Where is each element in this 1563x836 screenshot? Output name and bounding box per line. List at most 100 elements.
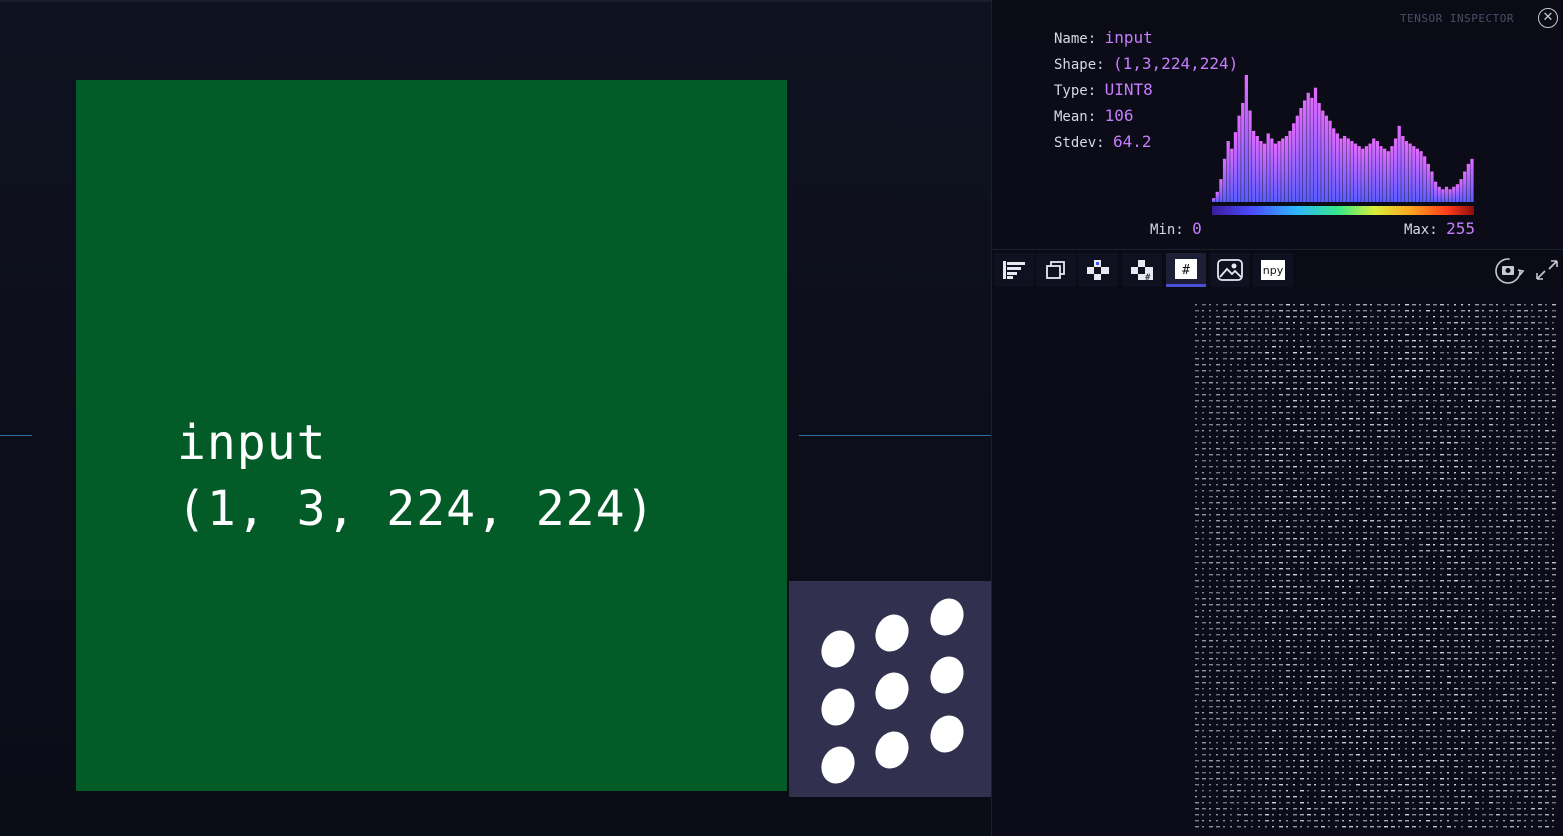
npy-export-icon: npy	[1261, 260, 1285, 280]
rotate-camera-icon[interactable]	[1492, 255, 1526, 289]
histogram-bar	[1270, 138, 1274, 202]
histogram-bar	[1241, 102, 1245, 202]
histogram-bar	[1324, 115, 1329, 202]
histogram-bar	[1401, 135, 1405, 202]
histogram-bar	[1470, 158, 1474, 202]
stat-name-value: input	[1104, 28, 1153, 47]
stat-max-value: 255	[1446, 219, 1475, 238]
stat-max: Max: 255	[1404, 219, 1475, 238]
stat-stdev-value: 64.2	[1113, 132, 1152, 151]
histogram-bar	[1426, 163, 1430, 202]
edge-line-out	[799, 435, 991, 436]
histogram-bar	[1244, 75, 1248, 202]
tool-layers[interactable]	[1036, 253, 1076, 287]
histogram-bar	[1361, 148, 1365, 202]
input-node[interactable]: input (1, 3, 224, 224)	[76, 80, 787, 791]
tensor-values-grid[interactable]	[1195, 304, 1563, 834]
tool-stats[interactable]	[994, 253, 1034, 287]
histogram-bar	[1332, 128, 1336, 202]
svg-text:#: #	[1145, 273, 1151, 281]
histogram-bar	[1226, 141, 1230, 202]
stat-shape: Shape: (1,3,224,224)	[1054, 54, 1238, 73]
histogram-bar	[1346, 138, 1350, 202]
checkerboard-hash-icon: #	[1131, 260, 1153, 281]
histogram-bar	[1310, 97, 1314, 202]
histogram-bar	[1383, 148, 1387, 202]
colormap-bar	[1212, 206, 1474, 215]
histogram-bar	[1321, 110, 1325, 202]
histogram-bar	[1364, 146, 1369, 202]
svg-text:#: #	[1182, 263, 1190, 278]
histogram-bar	[1299, 108, 1303, 202]
histogram-bar	[1455, 184, 1460, 202]
histogram-bar	[1281, 138, 1285, 202]
histogram-bar	[1441, 189, 1445, 202]
histogram-bar	[1230, 148, 1234, 202]
histogram-bar	[1357, 146, 1361, 202]
image-icon	[1217, 259, 1243, 281]
histogram-bar	[1419, 151, 1423, 202]
bar-list-icon	[1003, 261, 1025, 279]
stat-shape-value: (1,3,224,224)	[1113, 54, 1239, 73]
stat-mean: Mean: 106	[1054, 106, 1134, 125]
stat-max-label: Max:	[1403, 222, 1438, 238]
histogram-bar	[1353, 143, 1358, 202]
stat-name-label: Name:	[1054, 31, 1097, 47]
histogram-bar	[1372, 138, 1376, 202]
histogram-bar	[1412, 146, 1416, 202]
histogram-bar	[1328, 120, 1332, 202]
expand-icon[interactable]	[1534, 258, 1560, 286]
tensor-thumbnail[interactable]	[789, 581, 991, 797]
histogram-bar	[1252, 130, 1256, 202]
close-icon[interactable]: ✕	[1538, 8, 1558, 28]
histogram-bar	[1390, 146, 1394, 202]
histogram-bar	[1306, 92, 1310, 202]
hash-icon: #	[1175, 258, 1197, 279]
histogram-bar	[1222, 158, 1227, 202]
tensor-inspector-panel: TENSOR INSPECTOR ✕ Name: input Shape: (1…	[991, 0, 1563, 836]
histogram-bar	[1215, 191, 1219, 202]
stat-type: Type: UINT8	[1054, 80, 1153, 99]
histogram-bar	[1255, 135, 1259, 202]
inspector-title: TENSOR INSPECTOR	[1400, 12, 1514, 25]
histogram-bar	[1317, 102, 1321, 202]
histogram-bar	[1430, 171, 1434, 202]
histogram-bar	[1386, 151, 1390, 202]
histogram-bar	[1437, 186, 1441, 202]
histogram-bar	[1277, 141, 1281, 202]
histogram-bar	[1393, 138, 1398, 202]
histogram-bar	[1339, 138, 1343, 202]
histogram-bar	[1284, 135, 1289, 202]
histogram-bar	[1444, 186, 1449, 202]
tool-image[interactable]	[1210, 253, 1250, 287]
histogram-bar	[1233, 132, 1238, 202]
histogram-bar	[1433, 181, 1438, 202]
histogram-bar	[1343, 135, 1347, 202]
histogram-bar	[1448, 189, 1452, 202]
histogram-bar	[1397, 125, 1401, 202]
histogram-bar	[1463, 171, 1467, 202]
histogram-bar	[1262, 143, 1267, 202]
histogram-bar	[1273, 143, 1278, 202]
stat-stdev-label: Stdev:	[1054, 135, 1105, 151]
node-title: input (1, 3, 224, 224)	[177, 415, 656, 537]
edge-line-in	[0, 435, 32, 436]
tool-checker-hash[interactable]: #	[1122, 253, 1162, 287]
histogram-bar	[1212, 198, 1216, 202]
histogram-bar	[1452, 186, 1456, 202]
stat-min-value: 0	[1192, 219, 1202, 238]
histogram-bar	[1259, 141, 1263, 202]
stacked-squares-icon	[1046, 261, 1065, 279]
value-histogram	[1212, 75, 1474, 215]
histogram-bar	[1350, 141, 1354, 202]
tool-values[interactable]: #	[1166, 253, 1206, 287]
histogram-bar	[1375, 141, 1379, 202]
svg-text:npy: npy	[1263, 264, 1284, 277]
graph-canvas[interactable]: input (1, 3, 224, 224)	[0, 0, 991, 836]
stat-min-label: Min:	[1150, 222, 1184, 238]
tool-checker[interactable]	[1078, 253, 1118, 287]
tool-npy[interactable]: npy	[1253, 253, 1293, 287]
stat-type-label: Type:	[1054, 83, 1097, 99]
histogram-bar	[1219, 179, 1223, 202]
histogram-bar	[1335, 133, 1339, 202]
